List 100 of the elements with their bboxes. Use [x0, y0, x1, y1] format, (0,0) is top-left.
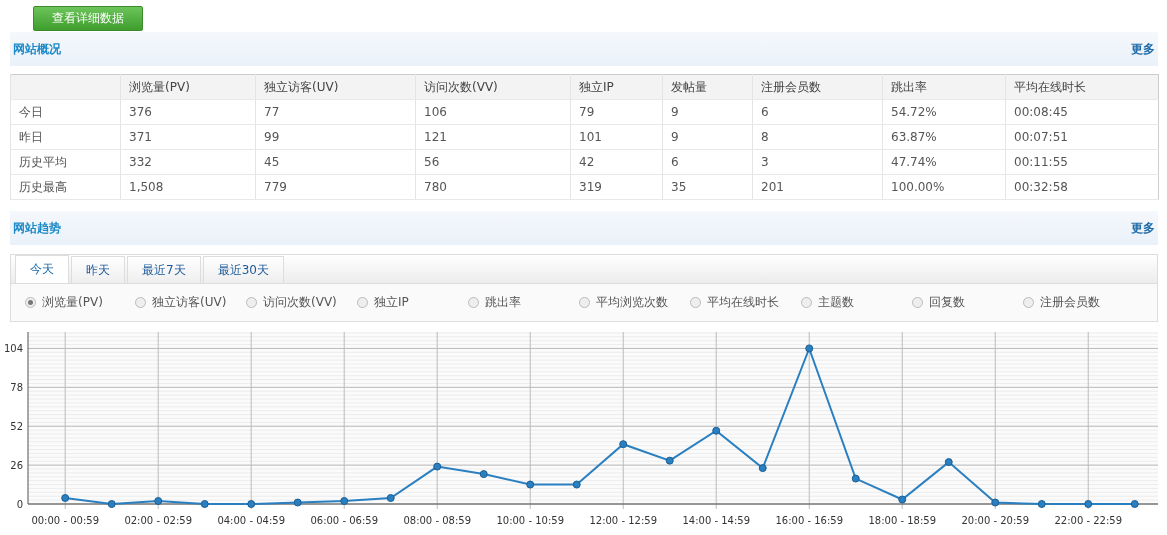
data-point	[61, 494, 70, 502]
table-cell: 79	[570, 99, 663, 125]
data-point	[526, 480, 535, 489]
data-point	[944, 458, 953, 467]
data-point	[805, 344, 814, 353]
table-cell: 8	[752, 124, 883, 150]
tab[interactable]: 最近30天	[202, 256, 284, 283]
data-point	[898, 495, 907, 504]
metric-radio[interactable]: 独立访客(UV)	[135, 294, 227, 311]
table-cell: 77	[255, 99, 416, 125]
more-link[interactable]: 更多	[1131, 40, 1155, 58]
table-cell: 9	[662, 124, 753, 150]
metric-radio[interactable]: 主题数	[801, 294, 854, 311]
table-cell: 779	[255, 174, 416, 200]
table-cell: 3	[752, 149, 883, 175]
data-point	[712, 426, 721, 435]
column-header: 注册会员数	[752, 74, 883, 100]
table-cell: 9	[662, 99, 753, 125]
table-cell: 47.74%	[882, 149, 1006, 175]
y-tick-label: 52	[10, 421, 23, 433]
table-cell: 54.72%	[882, 99, 1006, 125]
metric-radio[interactable]: 平均在线时长	[690, 294, 779, 311]
x-tick-label: 08:00 - 08:59	[403, 515, 471, 526]
table-cell: 63.87%	[882, 124, 1006, 150]
table-cell: 332	[120, 149, 256, 175]
data-point	[572, 480, 581, 489]
data-point	[991, 498, 1000, 507]
table-cell: 99	[255, 124, 416, 150]
column-header: 浏览量(PV)	[120, 74, 256, 100]
data-point	[433, 462, 442, 471]
data-point	[851, 474, 860, 483]
table-cell: 201	[752, 174, 883, 200]
tab[interactable]: 最近7天	[127, 256, 201, 283]
data-point	[1130, 500, 1139, 508]
x-tick-label: 02:00 - 02:59	[124, 515, 192, 526]
metric-radio[interactable]: 访问次数(VV)	[246, 294, 337, 311]
x-tick-label: 00:00 - 00:59	[31, 515, 99, 526]
metric-radio[interactable]: 浏览量(PV)	[25, 294, 103, 311]
data-point	[247, 500, 256, 508]
column-header: 访问次数(VV)	[415, 74, 571, 100]
x-tick-label: 12:00 - 12:59	[589, 515, 658, 526]
x-tick-label: 10:00 - 10:59	[496, 515, 565, 526]
x-tick-label: 06:00 - 06:59	[310, 515, 378, 526]
table-cell: 780	[415, 174, 571, 200]
data-point	[1037, 500, 1046, 508]
column-header: 独立IP	[570, 74, 663, 100]
table-cell: 00:32:58	[1005, 174, 1159, 200]
data-point	[665, 456, 674, 465]
column-header: 平均在线时长	[1005, 74, 1159, 100]
row-header: 昨日	[10, 124, 121, 150]
tab[interactable]: 昨天	[71, 256, 125, 283]
tab[interactable]: 今天	[15, 255, 69, 283]
table-cell: 376	[120, 99, 256, 125]
table-cell: 121	[415, 124, 571, 150]
table-cell: 6	[662, 149, 753, 175]
metric-radio[interactable]: 跳出率	[468, 294, 521, 311]
data-point	[758, 464, 767, 473]
table-cell: 00:11:55	[1005, 149, 1159, 175]
data-point	[154, 497, 163, 505]
table-cell: 42	[570, 149, 663, 175]
table-cell: 00:08:45	[1005, 99, 1159, 125]
y-tick-label: 26	[10, 460, 23, 472]
row-header: 今日	[10, 99, 121, 125]
metric-radio[interactable]: 回复数	[912, 294, 965, 311]
more-link[interactable]: 更多	[1131, 219, 1155, 237]
table-cell: 106	[415, 99, 571, 125]
table-cell: 101	[570, 124, 663, 150]
data-point	[479, 470, 488, 479]
column-header: 跳出率	[882, 74, 1006, 100]
x-tick-label: 18:00 - 18:59	[868, 515, 937, 526]
data-point	[619, 440, 628, 449]
x-tick-label: 14:00 - 14:59	[682, 515, 751, 526]
table-cell: 45	[255, 149, 416, 175]
data-point	[340, 497, 349, 505]
table-cell: 1,508	[120, 174, 256, 200]
x-tick-label: 04:00 - 04:59	[217, 515, 285, 526]
table-cell: 00:07:51	[1005, 124, 1159, 150]
section-title: 网站概况	[13, 40, 61, 58]
column-header: 独立访客(UV)	[255, 74, 416, 100]
data-point	[386, 494, 395, 502]
x-tick-label: 22:00 - 22:59	[1054, 515, 1123, 526]
metric-radio[interactable]: 独立IP	[357, 294, 409, 311]
table-cell: 35	[662, 174, 753, 200]
row-header: 历史平均	[10, 149, 121, 175]
y-tick-label: 78	[10, 382, 23, 394]
x-tick-label: 16:00 - 16:59	[775, 515, 844, 526]
table-cell: 56	[415, 149, 571, 175]
data-point	[200, 500, 209, 508]
data-point	[107, 500, 116, 508]
y-tick-label: 104	[3, 343, 23, 355]
x-tick-label: 20:00 - 20:59	[961, 515, 1030, 526]
table-cell: 319	[570, 174, 663, 200]
metric-radio[interactable]: 平均浏览次数	[579, 294, 668, 311]
data-point	[1084, 500, 1093, 508]
metric-radio[interactable]: 注册会员数	[1023, 294, 1100, 311]
data-point	[293, 498, 302, 507]
column-header: 发帖量	[662, 74, 753, 100]
table-cell: 371	[120, 124, 256, 150]
y-tick-label: 0	[16, 499, 23, 510]
row-header: 历史最高	[10, 174, 121, 200]
